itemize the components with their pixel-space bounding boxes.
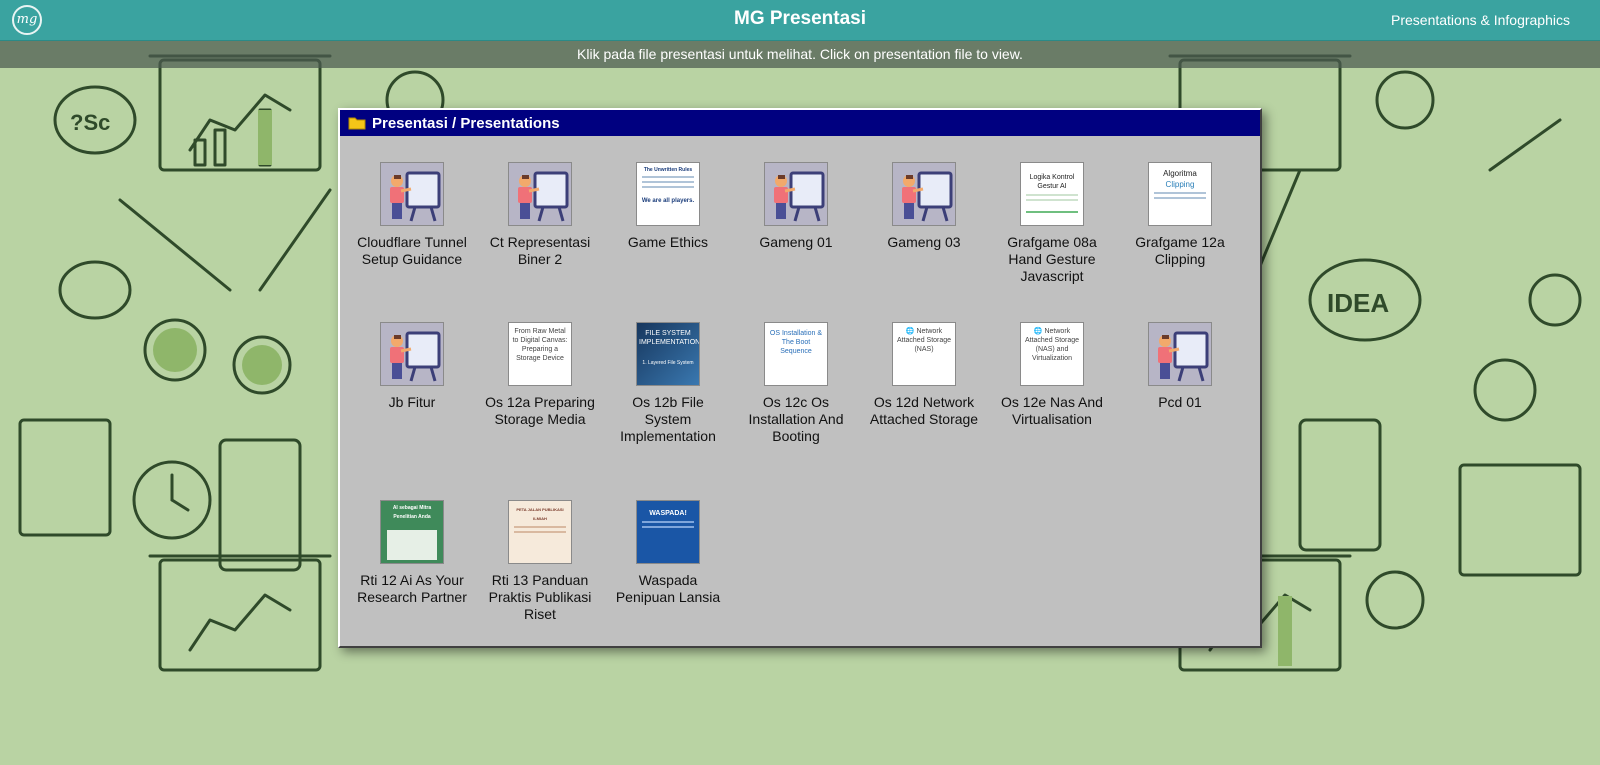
thumb-subtitle: Clipping — [1165, 180, 1195, 189]
presentation-file[interactable]: Gameng 01 — [732, 162, 860, 308]
file-thumbnail[interactable]: WASPADA! — [636, 500, 700, 564]
file-thumbnail[interactable] — [764, 162, 828, 226]
presentation-file[interactable]: Algoritma Clipping Grafgame 12a Clipping — [1116, 162, 1244, 308]
presentation-file[interactable]: Gameng 03 — [860, 162, 988, 308]
file-label[interactable]: Os 12d Network Attached Storage — [860, 394, 988, 428]
thumb-title: 🌐 Network Attached Storage (NAS) and Vir… — [1024, 328, 1080, 362]
file-thumbnail[interactable] — [380, 322, 444, 386]
file-label[interactable]: Gameng 03 — [860, 234, 988, 251]
file-thumbnail[interactable]: Algoritma Clipping — [1148, 162, 1212, 226]
instruction-bar: Klik pada file presentasi untuk melihat.… — [0, 41, 1600, 68]
presentation-file[interactable]: Ct Representasi Biner 2 — [476, 162, 604, 308]
window-title: Presentasi / Presentations — [372, 114, 560, 132]
window-titlebar: Presentasi / Presentations — [340, 110, 1260, 136]
thumb-title: The Unwritten Rules — [643, 167, 693, 173]
file-thumbnail[interactable]: Logika Kontrol Gestur AI — [1020, 162, 1084, 226]
file-thumbnail[interactable]: 🌐 Network Attached Storage (NAS) and Vir… — [1020, 322, 1084, 386]
presentation-file[interactable]: WASPADA! Waspada Penipuan Lansia — [604, 500, 732, 636]
thumb-title: AI sebagai Mitra Penelitian Anda — [392, 505, 432, 520]
file-label[interactable]: Cloudflare Tunnel Setup Guidance — [348, 234, 476, 268]
presentations-window: Presentasi / Presentations Cloudflare Tu… — [338, 108, 1262, 648]
thumb-title: PETA JALAN PUBLIKASI ILMIAH — [516, 507, 564, 521]
thumb-title: Algoritma — [1163, 169, 1197, 178]
file-thumbnail[interactable] — [1148, 322, 1212, 386]
thumb-title: Logika Kontrol Gestur AI — [1029, 174, 1075, 190]
folder-icon — [348, 117, 366, 130]
presentation-file[interactable]: AI sebagai Mitra Penelitian Anda Rti 12 A… — [348, 500, 476, 636]
file-thumbnail[interactable]: The Unwritten Rules We are all players. — [636, 162, 700, 226]
presenter-icon — [1149, 323, 1211, 385]
file-thumbnail[interactable]: From Raw Metal to Digital Canvas: Prepar… — [508, 322, 572, 386]
thumb-footer: We are all players. — [641, 198, 695, 204]
file-label[interactable]: Os 12c Os Installation And Booting — [732, 394, 860, 445]
file-label[interactable]: Jb Fitur — [348, 394, 476, 411]
file-label[interactable]: Grafgame 08a Hand Gesture Javascript — [988, 234, 1116, 285]
presentation-file[interactable]: Jb Fitur — [348, 322, 476, 486]
thumb-title: OS Installation & The Boot Sequence — [769, 330, 823, 355]
file-thumbnail[interactable]: OS Installation & The Boot Sequence — [764, 322, 828, 386]
svg-text:IDEA: IDEA — [1327, 288, 1389, 318]
presentation-file[interactable]: OS Installation & The Boot Sequence Os 12… — [732, 322, 860, 486]
file-label[interactable]: Ct Representasi Biner 2 — [476, 234, 604, 268]
presentation-file[interactable]: The Unwritten Rules We are all players. Ga… — [604, 162, 732, 308]
thumb-footer: 1. Layered File System — [642, 360, 694, 366]
file-grid: Cloudflare Tunnel Setup Guidance Ct Repre… — [348, 162, 1244, 650]
file-label[interactable]: Os 12b File System Implementation — [604, 394, 732, 445]
page-title: MG Presentasi — [734, 8, 866, 29]
presentations-infographics-link[interactable]: Presentations & Infographics — [1391, 12, 1570, 28]
file-label[interactable]: Pcd 01 — [1116, 394, 1244, 411]
presenter-icon — [381, 163, 443, 225]
thumb-title: WASPADA! — [649, 510, 687, 517]
file-label[interactable]: Waspada Penipuan Lansia — [604, 572, 732, 606]
presentation-file[interactable]: From Raw Metal to Digital Canvas: Prepar… — [476, 322, 604, 486]
file-thumbnail[interactable] — [508, 162, 572, 226]
presentation-file[interactable]: PETA JALAN PUBLIKASI ILMIAH Rti 13 Pandua… — [476, 500, 604, 636]
svg-text:?Sc: ?Sc — [70, 110, 110, 135]
file-thumbnail[interactable] — [892, 162, 956, 226]
file-label[interactable]: Grafgame 12a Clipping — [1116, 234, 1244, 268]
file-thumbnail[interactable] — [380, 162, 444, 226]
file-label[interactable]: Gameng 01 — [732, 234, 860, 251]
file-label[interactable]: Os 12a Preparing Storage Media — [476, 394, 604, 428]
thumb-title: From Raw Metal to Digital Canvas: Prepar… — [512, 328, 568, 362]
presentation-file[interactable]: Logika Kontrol Gestur AI Grafgame 08a Han… — [988, 162, 1116, 308]
presentation-file[interactable]: Cloudflare Tunnel Setup Guidance — [348, 162, 476, 308]
file-label[interactable]: Rti 12 Ai As Your Research Partner — [348, 572, 476, 606]
presentation-file[interactable]: Pcd 01 — [1116, 322, 1244, 486]
presenter-icon — [509, 163, 571, 225]
thumb-title: 🌐 Network Attached Storage (NAS) — [896, 328, 952, 353]
presentation-file[interactable]: 🌐 Network Attached Storage (NAS) Os 12d N… — [860, 322, 988, 486]
file-label[interactable]: Rti 13 Panduan Praktis Publikasi Riset — [476, 572, 604, 623]
presenter-icon — [381, 323, 443, 385]
presenter-icon — [765, 163, 827, 225]
top-bar: mg MG Presentasi Presentations & Infogra… — [0, 0, 1600, 41]
file-thumbnail[interactable]: PETA JALAN PUBLIKASI ILMIAH — [508, 500, 572, 564]
presentation-file[interactable]: FILE SYSTEM IMPLEMENTATION 1. Layered Fil… — [604, 322, 732, 486]
file-thumbnail[interactable]: AI sebagai Mitra Penelitian Anda — [380, 500, 444, 564]
presentation-file[interactable]: 🌐 Network Attached Storage (NAS) and Vir… — [988, 322, 1116, 486]
file-thumbnail[interactable]: FILE SYSTEM IMPLEMENTATION 1. Layered Fil… — [636, 322, 700, 386]
file-label[interactable]: Os 12e Nas And Virtualisation — [988, 394, 1116, 428]
file-thumbnail[interactable]: 🌐 Network Attached Storage (NAS) — [892, 322, 956, 386]
thumb-title: FILE SYSTEM IMPLEMENTATION — [639, 330, 700, 346]
file-label[interactable]: Game Ethics — [604, 234, 732, 251]
instruction-text: Klik pada file presentasi untuk melihat.… — [577, 46, 1023, 62]
presenter-icon — [893, 163, 955, 225]
